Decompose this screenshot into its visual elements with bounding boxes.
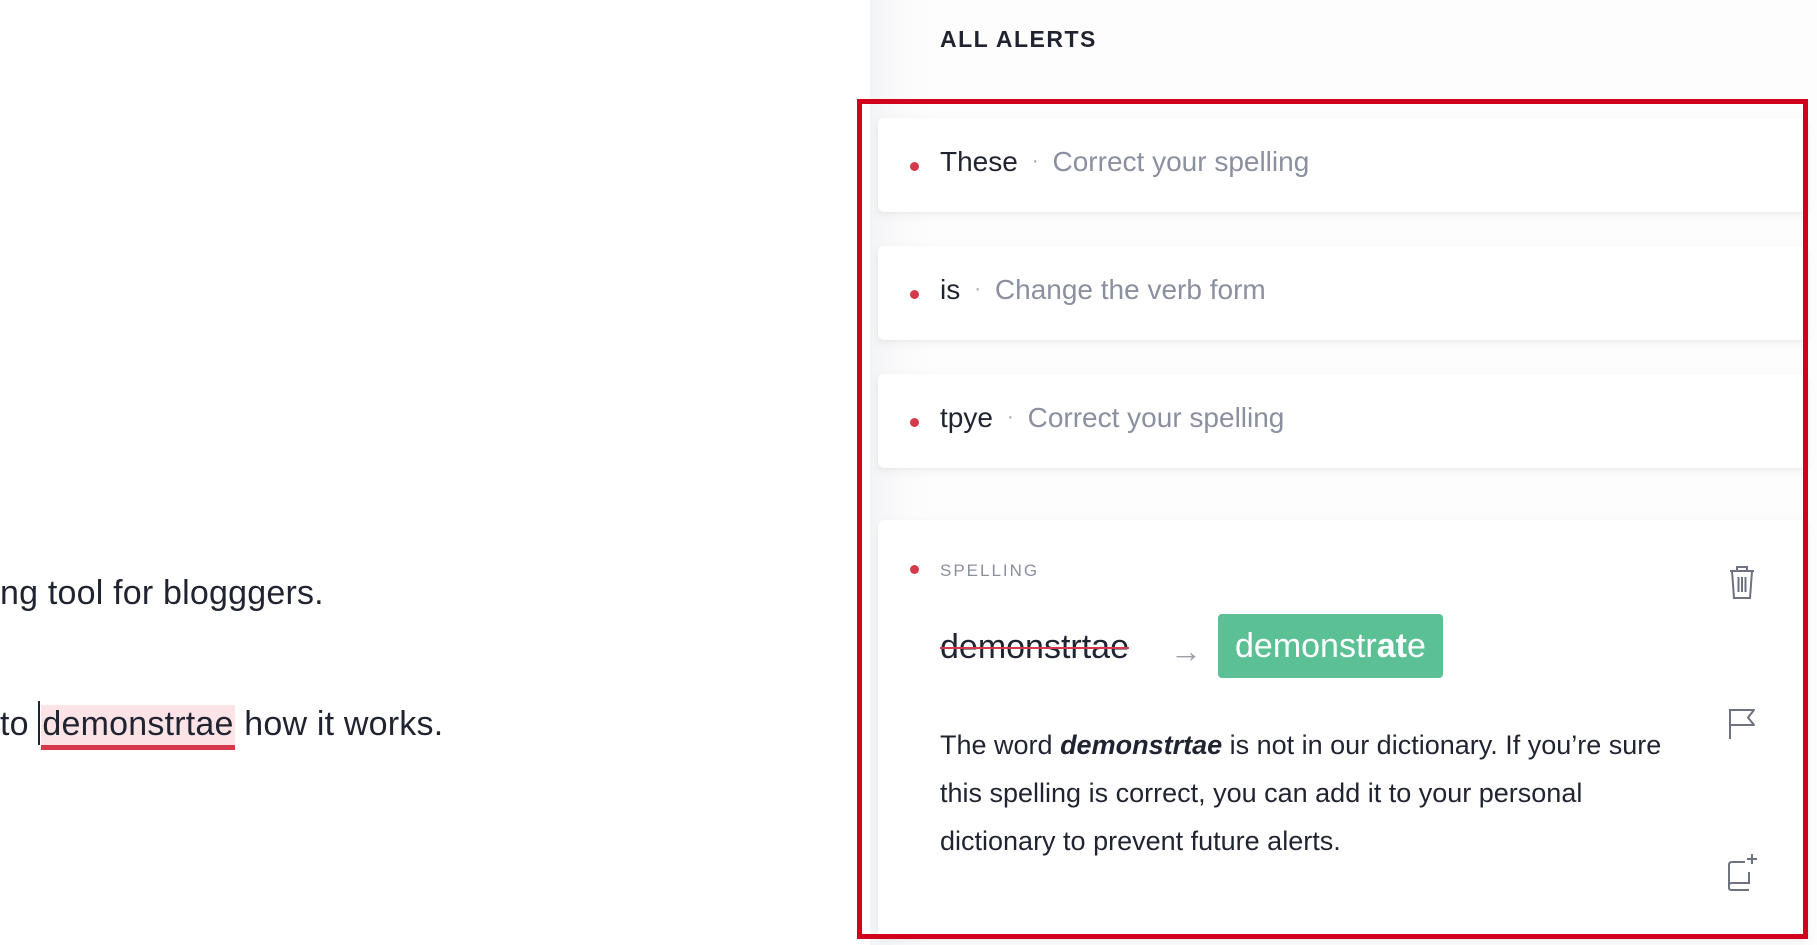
flag-icon <box>1729 709 1755 739</box>
accept-suggestion-button[interactable]: demonstrate <box>1218 614 1443 678</box>
flagged-misspelled-word[interactable]: demonstrtae <box>41 705 235 750</box>
alert-card-expanded-spelling: SPELLING demonstrtae → demonstrate The w… <box>878 520 1808 939</box>
report-alert-button[interactable] <box>1720 702 1764 746</box>
editor-text-line[interactable]: ng tool for blogggers. <box>0 574 324 613</box>
alert-separator: · <box>1031 150 1039 172</box>
alert-card-is[interactable]: is · Change the verb form <box>878 246 1808 340</box>
trash-icon <box>1730 566 1754 599</box>
suggestion-text-changed: at <box>1376 627 1407 665</box>
alert-explanation: The word demonstrtae is not in our dicti… <box>940 721 1680 865</box>
alert-word: These <box>940 146 1018 177</box>
alert-dot-icon <box>910 565 919 574</box>
dismiss-alert-button[interactable] <box>1720 560 1764 604</box>
alert-word: is <box>940 274 961 305</box>
alert-category-label: SPELLING <box>940 561 1040 580</box>
suggestion-text-end: e <box>1406 627 1426 665</box>
misspelled-word: demonstrtae <box>940 628 1129 666</box>
alert-description: Correct your spelling <box>1027 402 1285 433</box>
all-alerts-heading: ALL ALERTS <box>940 26 1097 52</box>
editor-text: to <box>0 705 39 743</box>
alert-dot-icon <box>910 162 919 171</box>
alert-card-these[interactable]: These · Correct your spelling <box>878 118 1808 212</box>
alert-card-tpye[interactable]: tpye · Correct your spelling <box>878 374 1808 468</box>
editor-text-line[interactable]: to demonstrtae how it works. <box>0 701 444 750</box>
add-to-dictionary-button[interactable] <box>1720 850 1764 894</box>
alert-word: tpye <box>940 402 993 433</box>
editor-text: ng tool for blogggers. <box>0 574 324 612</box>
explanation-prefix: The word <box>940 730 1061 760</box>
editor-text: how it works. <box>234 705 444 743</box>
arrow-right-icon: → <box>1170 633 1202 669</box>
suggestion-text-start: demonstr <box>1235 627 1377 665</box>
alert-separator: · <box>974 278 981 300</box>
add-to-dictionary-icon <box>1728 854 1757 891</box>
alert-dot-icon <box>910 290 919 299</box>
alert-description: Change the verb form <box>994 274 1266 305</box>
alert-separator: · <box>1006 406 1014 428</box>
explanation-word: demonstrtae <box>1060 730 1223 760</box>
alert-description: Correct your spelling <box>1052 146 1310 177</box>
document-editor[interactable]: ng tool for blogggers. to demonstrtae ho… <box>0 0 860 945</box>
alert-dot-icon <box>910 418 919 427</box>
